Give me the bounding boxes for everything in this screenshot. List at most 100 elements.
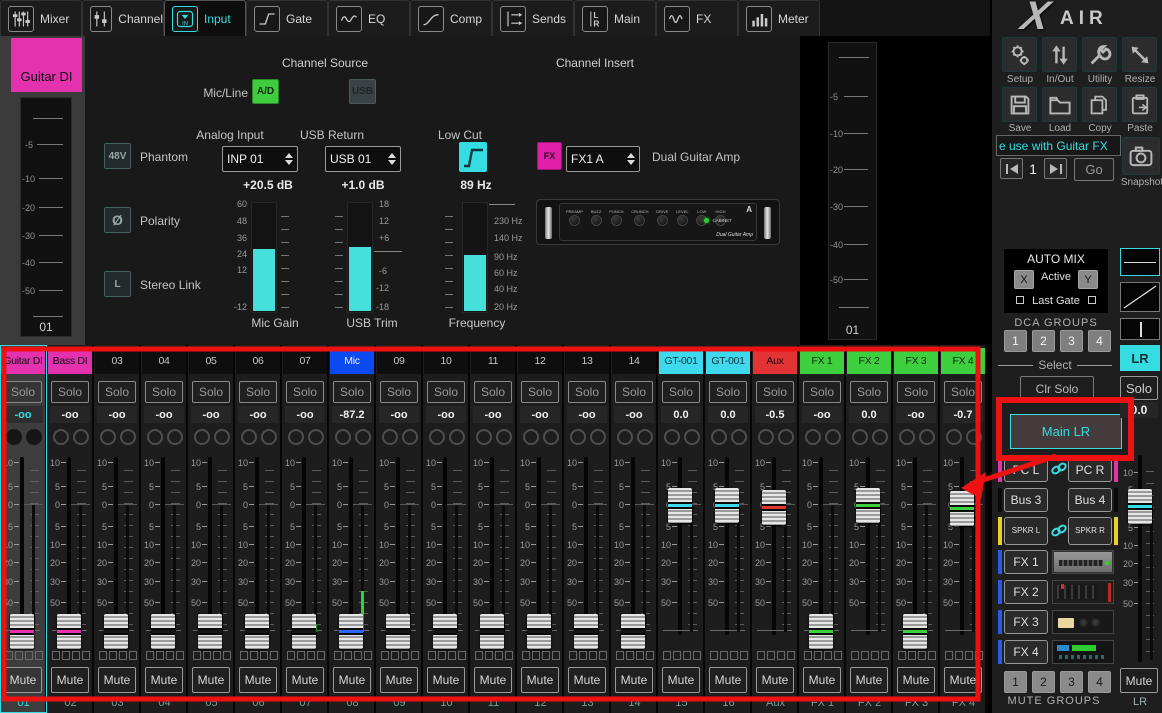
fader-handle[interactable] bbox=[762, 490, 786, 525]
channel-scribble[interactable]: GT-001 bbox=[706, 348, 750, 374]
gain-knob[interactable] bbox=[543, 429, 559, 445]
pan-knob[interactable] bbox=[382, 429, 398, 445]
channel-scribble[interactable]: FX 3 bbox=[894, 348, 938, 374]
fader-handle[interactable] bbox=[621, 614, 645, 649]
mute-button[interactable]: Mute bbox=[662, 667, 700, 693]
insert-fx-select[interactable]: FX1 A bbox=[566, 146, 640, 172]
pan-knob[interactable] bbox=[664, 429, 680, 445]
spkr-l-button[interactable]: SPKR L bbox=[1004, 517, 1048, 545]
gain-knob[interactable] bbox=[778, 429, 794, 445]
tab-fx[interactable]: FX bbox=[656, 0, 738, 36]
channel-scribble[interactable]: FX 2 bbox=[847, 348, 891, 374]
tab-sends[interactable]: Sends bbox=[492, 0, 574, 36]
pan-knob[interactable] bbox=[758, 429, 774, 445]
mute-button[interactable]: Mute bbox=[286, 667, 324, 693]
gain-knob[interactable] bbox=[261, 429, 277, 445]
fader-track[interactable] bbox=[114, 457, 118, 635]
mute-button[interactable]: Mute bbox=[944, 667, 982, 693]
fader-handle[interactable] bbox=[292, 614, 316, 649]
channel-scribble[interactable]: GT-001 bbox=[659, 348, 703, 374]
solo-button[interactable]: Solo bbox=[615, 381, 653, 403]
insert-fx-button[interactable]: FX bbox=[537, 142, 562, 170]
fader-track[interactable] bbox=[161, 457, 165, 635]
fader-track[interactable] bbox=[255, 457, 259, 635]
fader-track[interactable] bbox=[443, 457, 447, 635]
channel-scribble[interactable]: FX 4 bbox=[941, 348, 985, 374]
channel-scribble[interactable]: 05 bbox=[189, 348, 233, 374]
gain-knob[interactable] bbox=[872, 429, 888, 445]
fader-track[interactable] bbox=[396, 457, 400, 635]
fader-track[interactable] bbox=[349, 457, 353, 635]
pan-knob[interactable] bbox=[288, 429, 304, 445]
channel-scribble[interactable]: Guitar DI bbox=[11, 38, 82, 92]
gain-knob[interactable] bbox=[214, 429, 230, 445]
lr-pan-display[interactable] bbox=[1120, 318, 1160, 340]
solo-button[interactable]: Solo bbox=[380, 381, 418, 403]
solo-button[interactable]: Solo bbox=[98, 381, 136, 403]
fx1-button[interactable]: FX 1 bbox=[1004, 550, 1048, 574]
mute-button[interactable]: Mute bbox=[192, 667, 230, 693]
mute-group-button-3[interactable]: 3 bbox=[1060, 671, 1083, 693]
pan-knob[interactable] bbox=[100, 429, 116, 445]
gain-knob[interactable] bbox=[637, 429, 653, 445]
mute-button[interactable]: Mute bbox=[521, 667, 559, 693]
mute-button[interactable]: Mute bbox=[568, 667, 606, 693]
solo-button[interactable]: Solo bbox=[474, 381, 512, 403]
mute-button[interactable]: Mute bbox=[333, 667, 371, 693]
ad-source-button[interactable]: A/D bbox=[252, 79, 279, 104]
setup-button[interactable] bbox=[1002, 37, 1037, 72]
tab-eq[interactable]: EQ bbox=[328, 0, 410, 36]
fader-track[interactable] bbox=[537, 457, 541, 635]
mute-button[interactable]: Mute bbox=[615, 667, 653, 693]
mute-button[interactable]: Mute bbox=[98, 667, 136, 693]
fader-track[interactable] bbox=[208, 457, 212, 635]
fader-handle[interactable] bbox=[903, 614, 927, 649]
channel-scribble[interactable]: 07 bbox=[283, 348, 327, 374]
gain-knob[interactable] bbox=[966, 429, 982, 445]
pan-knob[interactable] bbox=[6, 429, 22, 445]
bus3-button[interactable]: Bus 3 bbox=[1004, 488, 1048, 512]
pan-knob[interactable] bbox=[194, 429, 210, 445]
bus4-button[interactable]: Bus 4 bbox=[1068, 488, 1112, 512]
analog-input-select[interactable]: INP 01 bbox=[222, 146, 298, 172]
fader-handle[interactable] bbox=[715, 488, 739, 523]
pan-knob[interactable] bbox=[147, 429, 163, 445]
automix-y-button[interactable]: Y bbox=[1078, 270, 1098, 289]
channel-scribble[interactable]: Guitar DI bbox=[1, 348, 45, 374]
tab-mixer[interactable]: Mixer bbox=[0, 0, 82, 36]
last-gate-checkbox-y[interactable] bbox=[1088, 296, 1096, 304]
pan-knob[interactable] bbox=[335, 429, 351, 445]
scene-go-button[interactable]: Go bbox=[1074, 158, 1114, 181]
pan-knob[interactable] bbox=[241, 429, 257, 445]
fader-handle[interactable] bbox=[10, 614, 34, 649]
scene-name-field[interactable]: e use with Guitar FX bbox=[996, 135, 1121, 156]
paste-button[interactable] bbox=[1122, 87, 1157, 122]
gain-knob[interactable] bbox=[496, 429, 512, 445]
solo-button[interactable]: Solo bbox=[850, 381, 888, 403]
pan-knob[interactable] bbox=[476, 429, 492, 445]
mute-button[interactable]: Mute bbox=[756, 667, 794, 693]
solo-button[interactable]: Solo bbox=[897, 381, 935, 403]
fader-handle[interactable] bbox=[856, 488, 880, 523]
pan-knob[interactable] bbox=[711, 429, 727, 445]
solo-button[interactable]: Solo bbox=[286, 381, 324, 403]
tab-gate[interactable]: Gate bbox=[246, 0, 328, 36]
pan-knob[interactable] bbox=[523, 429, 539, 445]
solo-button[interactable]: Solo bbox=[427, 381, 465, 403]
solo-button[interactable]: Solo bbox=[145, 381, 183, 403]
channel-scribble[interactable]: 14 bbox=[612, 348, 656, 374]
gain-knob[interactable] bbox=[73, 429, 89, 445]
fader-track[interactable] bbox=[20, 457, 24, 635]
pan-knob[interactable] bbox=[899, 429, 915, 445]
fx4-button[interactable]: FX 4 bbox=[1004, 640, 1048, 664]
mute-button[interactable]: Mute bbox=[4, 667, 42, 693]
mute-button[interactable]: Mute bbox=[427, 667, 465, 693]
channel-scribble[interactable]: 03 bbox=[95, 348, 139, 374]
pan-knob[interactable] bbox=[617, 429, 633, 445]
gain-knob[interactable] bbox=[26, 429, 42, 445]
gain-knob[interactable] bbox=[919, 429, 935, 445]
solo-button[interactable]: Solo bbox=[51, 381, 89, 403]
fx2-button[interactable]: FX 2 bbox=[1004, 580, 1048, 604]
solo-button[interactable]: Solo bbox=[333, 381, 371, 403]
solo-button[interactable]: Solo bbox=[239, 381, 277, 403]
